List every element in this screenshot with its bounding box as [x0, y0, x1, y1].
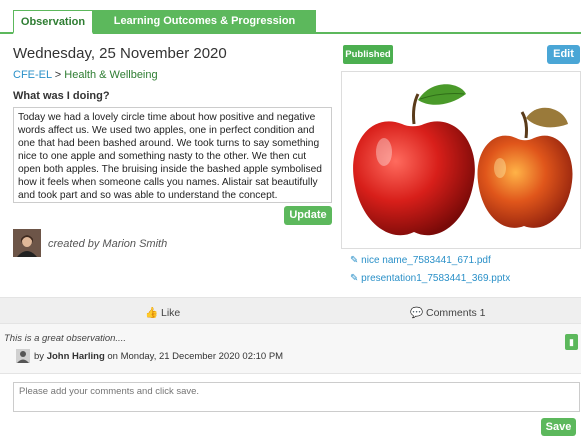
update-button[interactable]: Update	[284, 206, 332, 225]
section-label: What was I doing?	[13, 90, 110, 102]
observation-date: Wednesday, 25 November 2020	[13, 45, 227, 62]
creator-avatar	[13, 229, 41, 257]
comment-input[interactable]	[13, 382, 580, 412]
tab-observation[interactable]: Observation	[13, 10, 93, 34]
attachment-name: nice name_7583441_671.pdf	[361, 255, 491, 266]
edit-button[interactable]: Edit	[547, 45, 580, 64]
breadcrumb: CFE-EL > Health & Wellbeing	[13, 69, 158, 81]
status-badge: Published	[343, 45, 393, 64]
paperclip-icon: ✎	[350, 255, 362, 266]
thumbs-up-icon: 👍	[145, 307, 161, 319]
trash-icon: ▮	[569, 337, 574, 347]
tab-learning-outcomes[interactable]: Learning Outcomes & Progression Pathways	[93, 10, 316, 49]
attachment-name: presentation1_7583441_369.pptx	[361, 273, 511, 284]
observation-text[interactable]: Today we had a lovely circle time about …	[13, 107, 332, 203]
save-button[interactable]: Save	[541, 418, 576, 436]
social-bar: 👍 Like 💬 Comments 1	[0, 297, 581, 324]
breadcrumb-separator: >	[51, 69, 65, 81]
comments-label: Comments 1	[426, 307, 486, 319]
like-label: Like	[161, 307, 181, 319]
attachment-link[interactable]: ✎ presentation1_7583441_369.pptx	[350, 273, 510, 284]
breadcrumb-area[interactable]: Health & Wellbeing	[64, 69, 157, 81]
observation-photo[interactable]	[341, 71, 581, 249]
comment-meta: by John Harling on Monday, 21 December 2…	[34, 351, 283, 362]
commenter-avatar	[16, 349, 30, 363]
comment-timestamp: on Monday, 21 December 2020 02:10 PM	[104, 351, 284, 362]
creator-label: created by Marion Smith	[48, 238, 168, 250]
comments-button[interactable]: 💬 Comments 1	[410, 306, 486, 319]
attachment-link[interactable]: ✎ nice name_7583441_671.pdf	[350, 255, 491, 266]
comment-text: This is a great observation....	[4, 333, 126, 344]
speech-bubble-icon: 💬	[410, 307, 426, 319]
delete-comment-button[interactable]: ▮	[565, 334, 578, 350]
breadcrumb-curriculum[interactable]: CFE-EL	[13, 69, 52, 81]
like-button[interactable]: 👍 Like	[145, 306, 180, 319]
tab-bar: Observation Learning Outcomes & Progress…	[0, 0, 581, 49]
comment-by: by	[34, 351, 47, 362]
comment-item: This is a great observation.... by John …	[0, 324, 581, 374]
paperclip-icon: ✎	[350, 273, 362, 284]
apples-image	[353, 84, 573, 236]
comment-author: John Harling	[46, 351, 105, 362]
